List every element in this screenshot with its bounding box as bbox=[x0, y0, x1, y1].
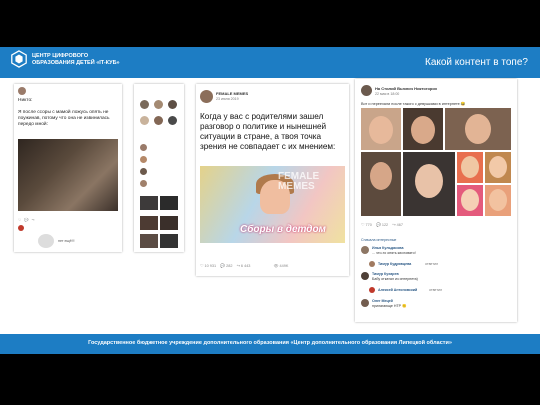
friend-avatar[interactable] bbox=[168, 100, 177, 109]
likes-count: 770 bbox=[365, 223, 372, 227]
friend-avatar[interactable] bbox=[168, 116, 177, 125]
comments-sort[interactable]: Сначала интересные bbox=[361, 238, 396, 242]
friend-avatar[interactable] bbox=[140, 116, 149, 125]
friend-avatar[interactable] bbox=[154, 100, 163, 109]
friend-avatar[interactable] bbox=[140, 156, 147, 163]
post-actions[interactable]: ♡ 770 💬 122 ↪ 467 bbox=[361, 222, 403, 227]
comment-author[interactable]: Олег Мецей bbox=[372, 299, 393, 303]
author-name: На Стилий Вьюнич Никтогорих bbox=[375, 86, 438, 91]
image-watermark: FEMALE MEMES bbox=[278, 171, 320, 192]
friend-avatar[interactable] bbox=[154, 116, 163, 125]
post-text: Никто: Я после ссоры с мамой ложусь опят… bbox=[18, 98, 110, 127]
slide-title: Какой контент в топе? bbox=[425, 57, 528, 68]
comment-text: ответил bbox=[425, 262, 439, 266]
friend-avatar[interactable] bbox=[140, 144, 147, 151]
post-text: Когда у вас с родителями зашел разговор … bbox=[200, 112, 336, 151]
comments-count: 122 bbox=[381, 223, 389, 227]
commenter-avatar bbox=[369, 261, 375, 267]
post-date: 22 мая в 18:00 bbox=[375, 92, 400, 96]
comment-author[interactable]: Тимур Кудрявцева bbox=[378, 262, 411, 266]
reply-text: нет ещё!!! bbox=[58, 239, 75, 243]
likes-count: 10 931 bbox=[204, 264, 217, 268]
author-name: FEMALE MEMES bbox=[216, 91, 249, 96]
meme-screenshot-2: FEMALE MEMES 23 июля 2019 Когда у вас с … bbox=[196, 84, 349, 276]
meme-screenshot-3: На Стилий Вьюнич Никтогорих 22 мая в 18:… bbox=[355, 79, 517, 322]
video-thumbnail[interactable] bbox=[160, 234, 178, 248]
photo-tile[interactable] bbox=[485, 152, 511, 183]
comment-text: ... что-то опять кисловато! bbox=[372, 251, 416, 255]
reposts-count: 467 bbox=[396, 223, 403, 227]
video-thumbnail[interactable] bbox=[160, 216, 178, 230]
author-avatar bbox=[361, 85, 372, 96]
commenter-avatar bbox=[369, 287, 375, 293]
post-actions[interactable]: ♡ 💬 ↪ bbox=[18, 218, 35, 222]
comment-text: Бабу откатал из интернета) bbox=[372, 277, 418, 281]
photo-tile[interactable] bbox=[457, 185, 483, 216]
commenter-avatar bbox=[361, 272, 369, 280]
comment-author[interactable]: Илья Кульдасова bbox=[372, 246, 403, 250]
commenter-avatar bbox=[361, 299, 369, 307]
photo-tile[interactable] bbox=[361, 152, 401, 216]
friends-grid-screenshot bbox=[134, 84, 184, 252]
reposts-count: 6 443 bbox=[240, 264, 251, 268]
photo-tile[interactable] bbox=[403, 108, 443, 150]
friend-avatar[interactable] bbox=[140, 180, 147, 187]
comment-text: прилагающе НТР 🙂 bbox=[372, 304, 407, 308]
image-caption: Сборы в детдом bbox=[240, 224, 326, 235]
photo-tile[interactable] bbox=[403, 152, 455, 216]
photo-tile[interactable] bbox=[457, 152, 483, 183]
video-thumbnail[interactable] bbox=[140, 196, 158, 210]
video-thumbnail[interactable] bbox=[160, 196, 178, 210]
video-thumbnail[interactable] bbox=[140, 234, 158, 248]
author-avatar bbox=[18, 87, 26, 95]
comment-author[interactable]: Алексей Антоновский bbox=[378, 288, 417, 292]
comment-text: ответил bbox=[429, 288, 443, 292]
photo-tile[interactable] bbox=[485, 185, 511, 216]
presentation-slide: ЦЕНТР ЦИФРОВОГО ОБРАЗОВАНИЯ ДЕТЕЙ «IT-КУ… bbox=[0, 0, 540, 405]
it-cube-logo-icon bbox=[11, 50, 27, 68]
post-photo bbox=[18, 139, 118, 211]
comments-count: 282 bbox=[226, 264, 233, 268]
post-text: Вот и переехали после такого с девушками… bbox=[361, 102, 466, 106]
photo-tile[interactable] bbox=[361, 108, 401, 150]
views-count: 449K bbox=[279, 264, 289, 268]
meme-screenshot-1: Никто: Я после ссоры с мамой ложусь опят… bbox=[14, 84, 122, 252]
commenter-avatar bbox=[361, 246, 369, 254]
post-actions[interactable]: ♡ 10 931 💬 282 ↪ 6 443 👁 449K bbox=[200, 263, 288, 268]
friend-avatar[interactable] bbox=[140, 100, 149, 109]
footer-text: Государственное бюджетное учреждение доп… bbox=[88, 340, 452, 346]
post-photo: FEMALE MEMES Сборы в детдом bbox=[200, 166, 345, 243]
author-avatar bbox=[200, 90, 213, 103]
reply-sticker bbox=[38, 234, 54, 248]
commenter-avatar bbox=[18, 225, 24, 231]
photo-tile[interactable] bbox=[445, 108, 511, 150]
video-thumbnail[interactable] bbox=[140, 216, 158, 230]
comment-author[interactable]: Тимур Кухарев bbox=[372, 272, 399, 276]
org-name: ЦЕНТР ЦИФРОВОГО ОБРАЗОВАНИЯ ДЕТЕЙ «IT-КУ… bbox=[32, 53, 120, 66]
friend-avatar[interactable] bbox=[140, 168, 147, 175]
post-date: 23 июля 2019 bbox=[216, 97, 239, 101]
